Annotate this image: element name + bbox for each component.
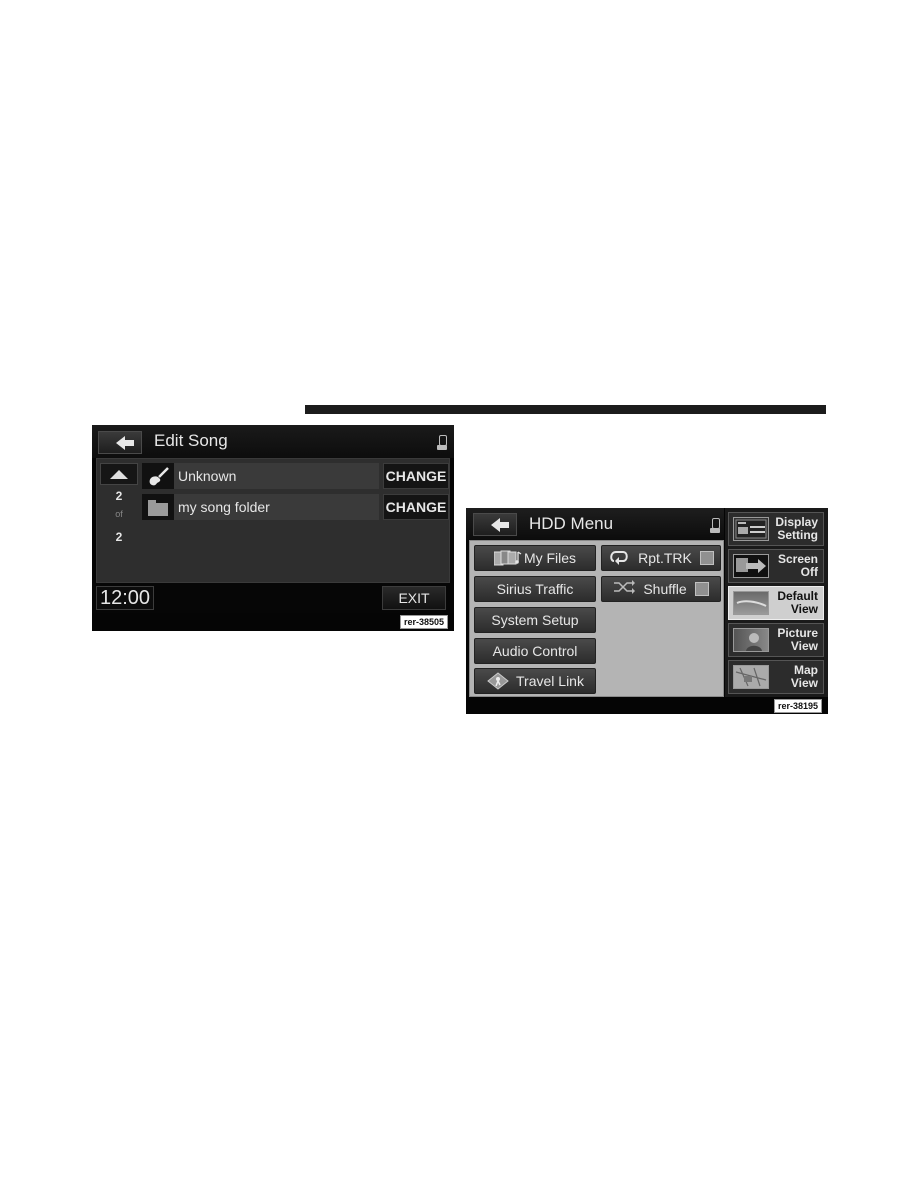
change-button-folder[interactable]: CHANGE <box>383 494 449 520</box>
screen-title: HDD Menu <box>529 514 614 533</box>
triangle-up-icon <box>110 469 128 479</box>
button-label-line2: Setting <box>777 528 818 542</box>
arrow-left-icon <box>115 435 134 450</box>
button-label-line2: View <box>790 676 818 690</box>
page-of-label: of <box>115 509 123 519</box>
menu-panel: My Files Sirius Traffic System Setup Aud… <box>469 540 724 697</box>
button-label-line2: View <box>790 639 818 653</box>
hdd-menu-screen: HDD Menu My Files Sirius Traffic System … <box>466 508 828 714</box>
button-label: Sirius Traffic <box>496 581 574 597</box>
seat-icon <box>437 435 447 451</box>
exit-button[interactable]: EXIT <box>382 586 446 610</box>
button-label-line1: Map <box>794 663 818 677</box>
row-label: my song folder <box>178 499 270 515</box>
back-button[interactable] <box>98 431 142 454</box>
audio-control-button[interactable]: Audio Control <box>474 638 596 664</box>
toggle-label: Rpt.TRK <box>638 550 692 566</box>
shuffle-checkbox[interactable] <box>694 582 709 596</box>
clock-display[interactable]: 12:00 <box>96 586 154 610</box>
shuffle-icon <box>613 580 637 598</box>
my-files-button[interactable]: My Files <box>474 545 596 571</box>
section-divider-bar <box>305 405 826 414</box>
map-view-thumbnail <box>733 665 769 689</box>
arrow-left-icon <box>490 517 509 532</box>
folder-icon <box>142 494 174 520</box>
button-label: System Setup <box>491 612 579 628</box>
shuffle-toggle[interactable]: Shuffle <box>601 576 721 602</box>
footer-bar: 12:00 EXIT <box>92 583 454 613</box>
figure-reference-label: rer-38195 <box>774 699 823 713</box>
display-setting-icon <box>733 517 769 541</box>
view-sidebar: Display Setting Screen Off Default View … <box>725 508 828 697</box>
change-button-artist[interactable]: CHANGE <box>383 463 449 489</box>
button-label: My Files <box>523 550 577 566</box>
edit-song-screen: Edit Song 2 of 2 Unknown CHANGE my song … <box>92 425 454 631</box>
display-setting-button[interactable]: Display Setting <box>728 512 824 546</box>
picture-view-thumbnail <box>733 628 769 652</box>
back-button[interactable] <box>473 513 517 536</box>
guitar-icon <box>142 463 174 489</box>
screen-off-button[interactable]: Screen Off <box>728 549 824 583</box>
repeat-track-toggle[interactable]: Rpt.TRK <box>601 545 721 571</box>
button-label-line1: Picture <box>777 626 818 640</box>
default-view-thumbnail <box>733 591 769 615</box>
button-label-line1: Display <box>775 515 818 529</box>
list-item-folder[interactable]: my song folder <box>142 494 379 520</box>
screen-title: Edit Song <box>154 431 228 450</box>
repeat-track-checkbox[interactable] <box>699 551 714 565</box>
map-view-button[interactable]: Map View <box>728 660 824 694</box>
default-view-button[interactable]: Default View <box>728 586 824 620</box>
button-label-line1: Screen <box>777 552 818 566</box>
song-list-panel: 2 of 2 Unknown CHANGE my song folder CHA… <box>96 458 450 583</box>
screen-off-icon <box>733 554 769 578</box>
travel-link-button[interactable]: Travel Link <box>474 668 596 694</box>
figure-reference-label: rer-38505 <box>400 615 449 629</box>
header-bar: HDD Menu <box>466 508 724 540</box>
media-files-icon <box>493 549 522 567</box>
list-item-artist[interactable]: Unknown <box>142 463 379 489</box>
button-label: Travel Link <box>516 673 584 689</box>
page-current: 2 <box>115 489 123 503</box>
toggle-label: Shuffle <box>643 581 687 597</box>
button-label: Audio Control <box>492 643 578 659</box>
system-setup-button[interactable]: System Setup <box>474 607 596 633</box>
button-label-line2: View <box>790 602 818 616</box>
picture-view-button[interactable]: Picture View <box>728 623 824 657</box>
row-label: Unknown <box>178 468 237 484</box>
repeat-icon <box>608 549 632 567</box>
travel-link-icon <box>486 672 510 690</box>
header-bar: Edit Song <box>92 425 454 458</box>
button-label-line1: Default <box>777 589 818 603</box>
scroll-up-button[interactable] <box>100 463 138 485</box>
seat-icon <box>710 518 720 534</box>
sirius-traffic-button[interactable]: Sirius Traffic <box>474 576 596 602</box>
button-label-line2: Off <box>800 565 818 579</box>
page-total: 2 <box>115 530 123 544</box>
